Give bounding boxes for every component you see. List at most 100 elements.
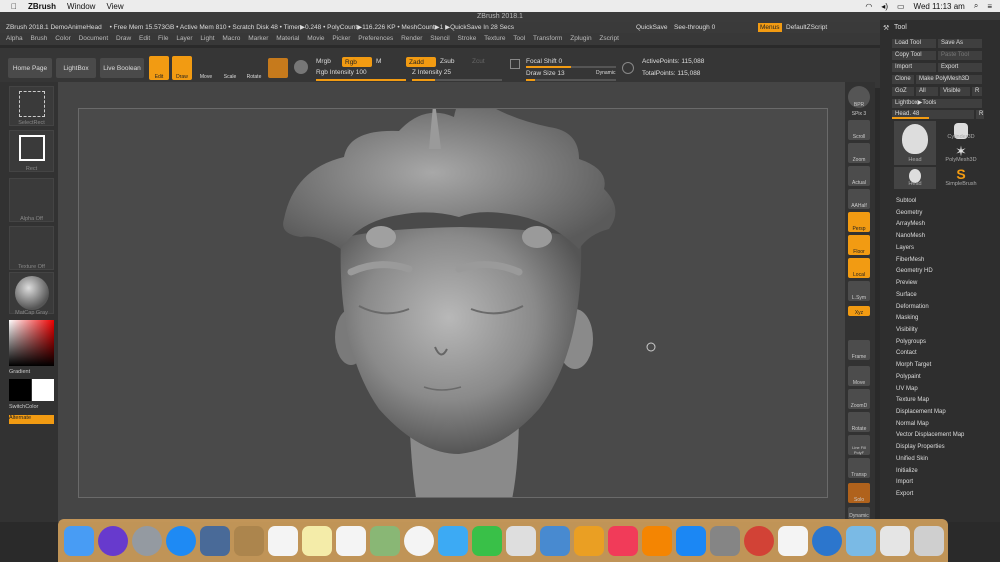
menu-deformation[interactable]: Deformation xyxy=(896,304,929,310)
menu-texture[interactable]: Texture xyxy=(484,35,505,42)
finder-icon[interactable] xyxy=(64,526,94,556)
r-button[interactable]: R xyxy=(972,87,982,96)
gyro-icon[interactable] xyxy=(294,60,308,74)
reminders-icon[interactable] xyxy=(336,526,366,556)
system-preferences-icon[interactable] xyxy=(710,526,740,556)
main-color-swatch[interactable] xyxy=(32,379,54,401)
menus-button[interactable]: Menus xyxy=(758,23,782,32)
menu-document[interactable]: Document xyxy=(79,35,109,42)
zcut-button[interactable]: Zcut xyxy=(472,58,485,65)
spix-label[interactable]: SPix 3 xyxy=(848,109,870,117)
menu-subtool[interactable]: Subtool xyxy=(896,198,916,204)
aahalf-button[interactable]: AAHalf xyxy=(848,189,870,209)
menu-unified-skin[interactable]: Unified Skin xyxy=(896,456,928,462)
menu-macro[interactable]: Macro xyxy=(222,35,240,42)
menu-uv-map[interactable]: UV Map xyxy=(896,386,918,392)
sculpted-head-model[interactable] xyxy=(79,109,828,498)
draw-size-slider[interactable] xyxy=(526,79,616,81)
menu-polypaint[interactable]: Polypaint xyxy=(896,374,921,380)
see-through-slider[interactable]: See-through 0 xyxy=(674,22,734,33)
trash-icon[interactable] xyxy=(914,526,944,556)
rotate-view-button[interactable]: Rotate xyxy=(848,412,870,432)
polymesh-star-icon[interactable]: ✶ xyxy=(940,144,982,158)
menu-preview[interactable]: Preview xyxy=(896,280,917,286)
lightbox-tools-button[interactable]: Lightbox▶Tools xyxy=(892,99,982,108)
app-store-icon[interactable] xyxy=(676,526,706,556)
frame-button[interactable]: Frame xyxy=(848,340,870,360)
gradient-label[interactable]: Gradient xyxy=(9,369,54,375)
zsub-button[interactable]: Zsub xyxy=(440,58,454,65)
downloads-folder-icon[interactable] xyxy=(846,526,876,556)
menu-export[interactable]: Export xyxy=(896,491,913,497)
messages-icon[interactable] xyxy=(438,526,468,556)
view-menu[interactable]: View xyxy=(106,2,123,11)
wifi-icon[interactable]: ◠ xyxy=(865,2,872,11)
switchcolor-button[interactable]: SwitchColor xyxy=(9,404,54,410)
polyf-button[interactable]: Line Fill PolyF xyxy=(848,435,870,455)
menu-file[interactable]: File xyxy=(158,35,168,42)
menu-initialize[interactable]: Initialize xyxy=(896,468,918,474)
facetime-icon[interactable] xyxy=(472,526,502,556)
menu-movie[interactable]: Movie xyxy=(307,35,324,42)
menu-contact[interactable]: Contact xyxy=(896,350,917,356)
menu-light[interactable]: Light xyxy=(200,35,214,42)
menu-import[interactable]: Import xyxy=(896,479,913,485)
rgb-intensity-slider[interactable] xyxy=(316,79,406,81)
focal-shift-slider[interactable] xyxy=(526,66,616,68)
head-slider[interactable]: Head. 48 xyxy=(892,110,974,119)
lsym-button[interactable]: L.Sym xyxy=(848,281,870,301)
menu-color[interactable]: Color xyxy=(55,35,71,42)
home-page-button[interactable]: Home Page xyxy=(8,58,52,78)
menu-zscript[interactable]: Zscript xyxy=(599,35,619,42)
menu-geometry[interactable]: Geometry xyxy=(896,210,922,216)
notification-icon[interactable]: ≡ xyxy=(987,2,992,11)
scroll-button[interactable]: Scroll xyxy=(848,120,870,140)
menu-zplugin[interactable]: Zplugin xyxy=(570,35,591,42)
spotlight-icon[interactable]: ⌕ xyxy=(974,1,978,11)
rotate-button[interactable]: Rotate xyxy=(244,56,264,80)
window-menu[interactable]: Window xyxy=(67,2,95,11)
preview-icon[interactable] xyxy=(200,526,230,556)
safari-icon[interactable] xyxy=(166,526,196,556)
simplebrush-icon[interactable]: S xyxy=(940,166,982,182)
apple-icon[interactable]:  xyxy=(11,2,17,11)
default-zscript-button[interactable]: DefaultZScript xyxy=(786,22,827,33)
menu-display-properties[interactable]: Display Properties xyxy=(896,444,945,450)
app-menu[interactable]: ZBrush xyxy=(28,2,56,11)
books-icon[interactable] xyxy=(642,526,672,556)
secondary-color-swatch[interactable] xyxy=(9,379,31,401)
network-icon[interactable] xyxy=(812,526,842,556)
move-button[interactable]: Move xyxy=(196,56,216,80)
menu-tool[interactable]: Tool xyxy=(513,35,525,42)
photos-icon[interactable] xyxy=(404,526,434,556)
mrgb-button[interactable]: Mrgb xyxy=(316,58,331,65)
menu-stencil[interactable]: Stencil xyxy=(430,35,450,42)
documents-icon[interactable] xyxy=(880,526,910,556)
menu-fibermesh[interactable]: FiberMesh xyxy=(896,257,924,263)
menu-layer[interactable]: Layer xyxy=(176,35,192,42)
pages-icon[interactable] xyxy=(506,526,536,556)
edit-button[interactable]: Edit xyxy=(149,56,169,80)
zadd-button[interactable]: Zadd xyxy=(406,57,436,67)
head-r-button[interactable]: R xyxy=(976,110,984,119)
floor-button[interactable]: Floor xyxy=(848,235,870,255)
menu-material[interactable]: Material xyxy=(276,35,299,42)
lightbox-button[interactable]: LightBox xyxy=(56,58,96,78)
export-button[interactable]: Export xyxy=(938,63,982,72)
zoom-button[interactable]: Zoom xyxy=(848,143,870,163)
menu-vector-displacement-map[interactable]: Vector Displacement Map xyxy=(896,432,964,438)
menu-surface[interactable]: Surface xyxy=(896,292,917,298)
copy-tool-button[interactable]: Copy Tool xyxy=(892,51,936,60)
chrome-icon[interactable] xyxy=(744,526,774,556)
tool-thumb-cylinder[interactable] xyxy=(940,121,982,145)
goz-button[interactable]: GoZ xyxy=(892,87,914,96)
local-button[interactable]: Local xyxy=(848,258,870,278)
menu-morph-target[interactable]: Morph Target xyxy=(896,362,931,368)
menu-visibility[interactable]: Visibility xyxy=(896,327,918,333)
calendar-icon[interactable] xyxy=(268,526,298,556)
z-intensity-slider[interactable] xyxy=(412,79,502,81)
scale-button[interactable]: Scale xyxy=(220,56,240,80)
menu-arraymesh[interactable]: ArrayMesh xyxy=(896,221,925,227)
visible-button[interactable]: Visible xyxy=(940,87,970,96)
menu-texture-map[interactable]: Texture Map xyxy=(896,397,929,403)
